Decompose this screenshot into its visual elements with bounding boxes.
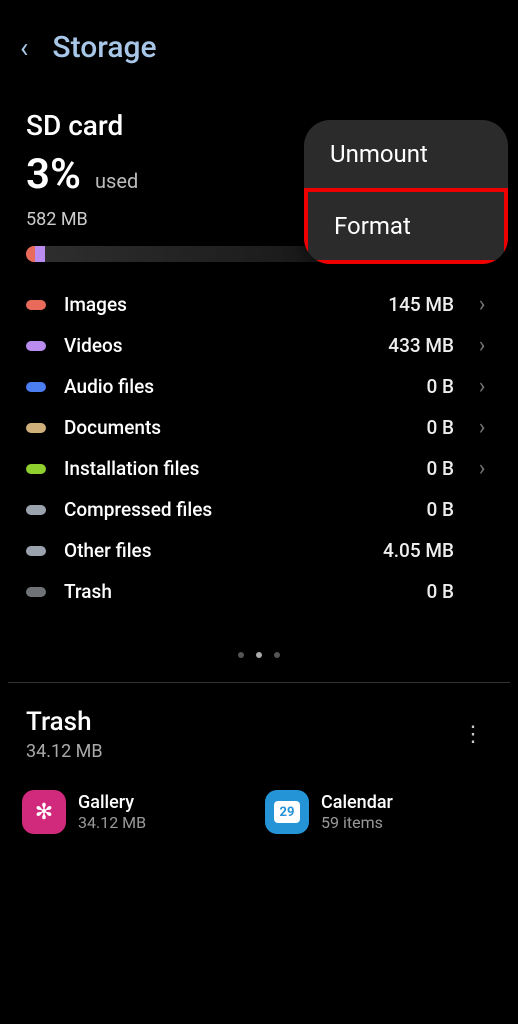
calendar-date: 29 (274, 801, 300, 823)
category-size: 0 B (426, 580, 454, 603)
category-row[interactable]: Installation files 0 B › (0, 448, 518, 489)
menu-unmount[interactable]: Unmount (304, 120, 508, 188)
trash-title: Trash (26, 707, 454, 737)
calendar-icon: 29 (265, 790, 309, 834)
chevron-right-icon: › (472, 374, 492, 399)
category-name: Documents (64, 416, 408, 439)
category-size: 0 B (426, 457, 454, 480)
category-name: Audio files (64, 375, 408, 398)
category-color-icon (26, 505, 46, 515)
category-size: 0 B (426, 416, 454, 439)
category-size: 0 B (426, 498, 454, 521)
menu-format[interactable]: Format (304, 188, 508, 264)
category-row[interactable]: Videos 433 MB › (0, 325, 518, 366)
category-size: 0 B (426, 375, 454, 398)
category-row[interactable]: Images 145 MB › (0, 284, 518, 325)
category-name: Trash (64, 580, 408, 603)
category-name: Images (64, 293, 370, 316)
gallery-icon: ✻ (22, 790, 66, 834)
category-name: Installation files (64, 457, 408, 480)
category-row[interactable]: Documents 0 B › (0, 407, 518, 448)
category-size: 145 MB (388, 293, 454, 316)
chevron-right-icon: › (472, 333, 492, 358)
category-color-icon (26, 423, 46, 433)
category-size: 4.05 MB (383, 539, 454, 562)
used-label: used (95, 169, 138, 193)
category-name: Other files (64, 539, 365, 562)
category-row[interactable]: Audio files 0 B › (0, 366, 518, 407)
header: ‹ Storage (0, 0, 518, 95)
progress-segment-videos (35, 246, 44, 262)
trash-app-item[interactable]: 29 Calendar59 items (265, 790, 496, 834)
category-color-icon (26, 382, 46, 392)
pager-dot-active (256, 652, 262, 658)
app-sub: 59 items (321, 813, 393, 832)
page-title: Storage (52, 30, 156, 65)
category-name: Videos (64, 334, 370, 357)
chevron-right-icon: › (472, 292, 492, 317)
app-name: Gallery (78, 792, 146, 813)
pager-dot (274, 652, 280, 658)
app-sub: 34.12 MB (78, 813, 146, 832)
back-icon[interactable]: ‹ (20, 31, 28, 64)
chevron-right-icon: › (472, 415, 492, 440)
pager-dot (238, 652, 244, 658)
category-row: Trash0 B› (0, 571, 518, 612)
chevron-right-icon: › (472, 456, 492, 481)
usage-percent: 3% (26, 150, 81, 199)
category-color-icon (26, 546, 46, 556)
trash-app-item[interactable]: ✻ Gallery34.12 MB (22, 790, 253, 834)
progress-segment-images (26, 246, 35, 262)
trash-apps-row: ✻ Gallery34.12 MB 29 Calendar59 items (0, 776, 518, 848)
category-color-icon (26, 464, 46, 474)
category-row: Compressed files0 B› (0, 489, 518, 530)
context-menu: Unmount Format (304, 120, 508, 264)
trash-section-header: Trash 34.12 MB ⋮ (0, 683, 518, 776)
trash-size: 34.12 MB (26, 741, 454, 762)
category-size: 433 MB (388, 334, 454, 357)
category-name: Compressed files (64, 498, 408, 521)
category-row: Other files4.05 MB› (0, 530, 518, 571)
category-color-icon (26, 300, 46, 310)
category-color-icon (26, 341, 46, 351)
app-name: Calendar (321, 792, 393, 813)
page-indicator[interactable] (0, 612, 518, 682)
category-color-icon (26, 587, 46, 597)
more-icon[interactable]: ⋮ (454, 714, 492, 755)
